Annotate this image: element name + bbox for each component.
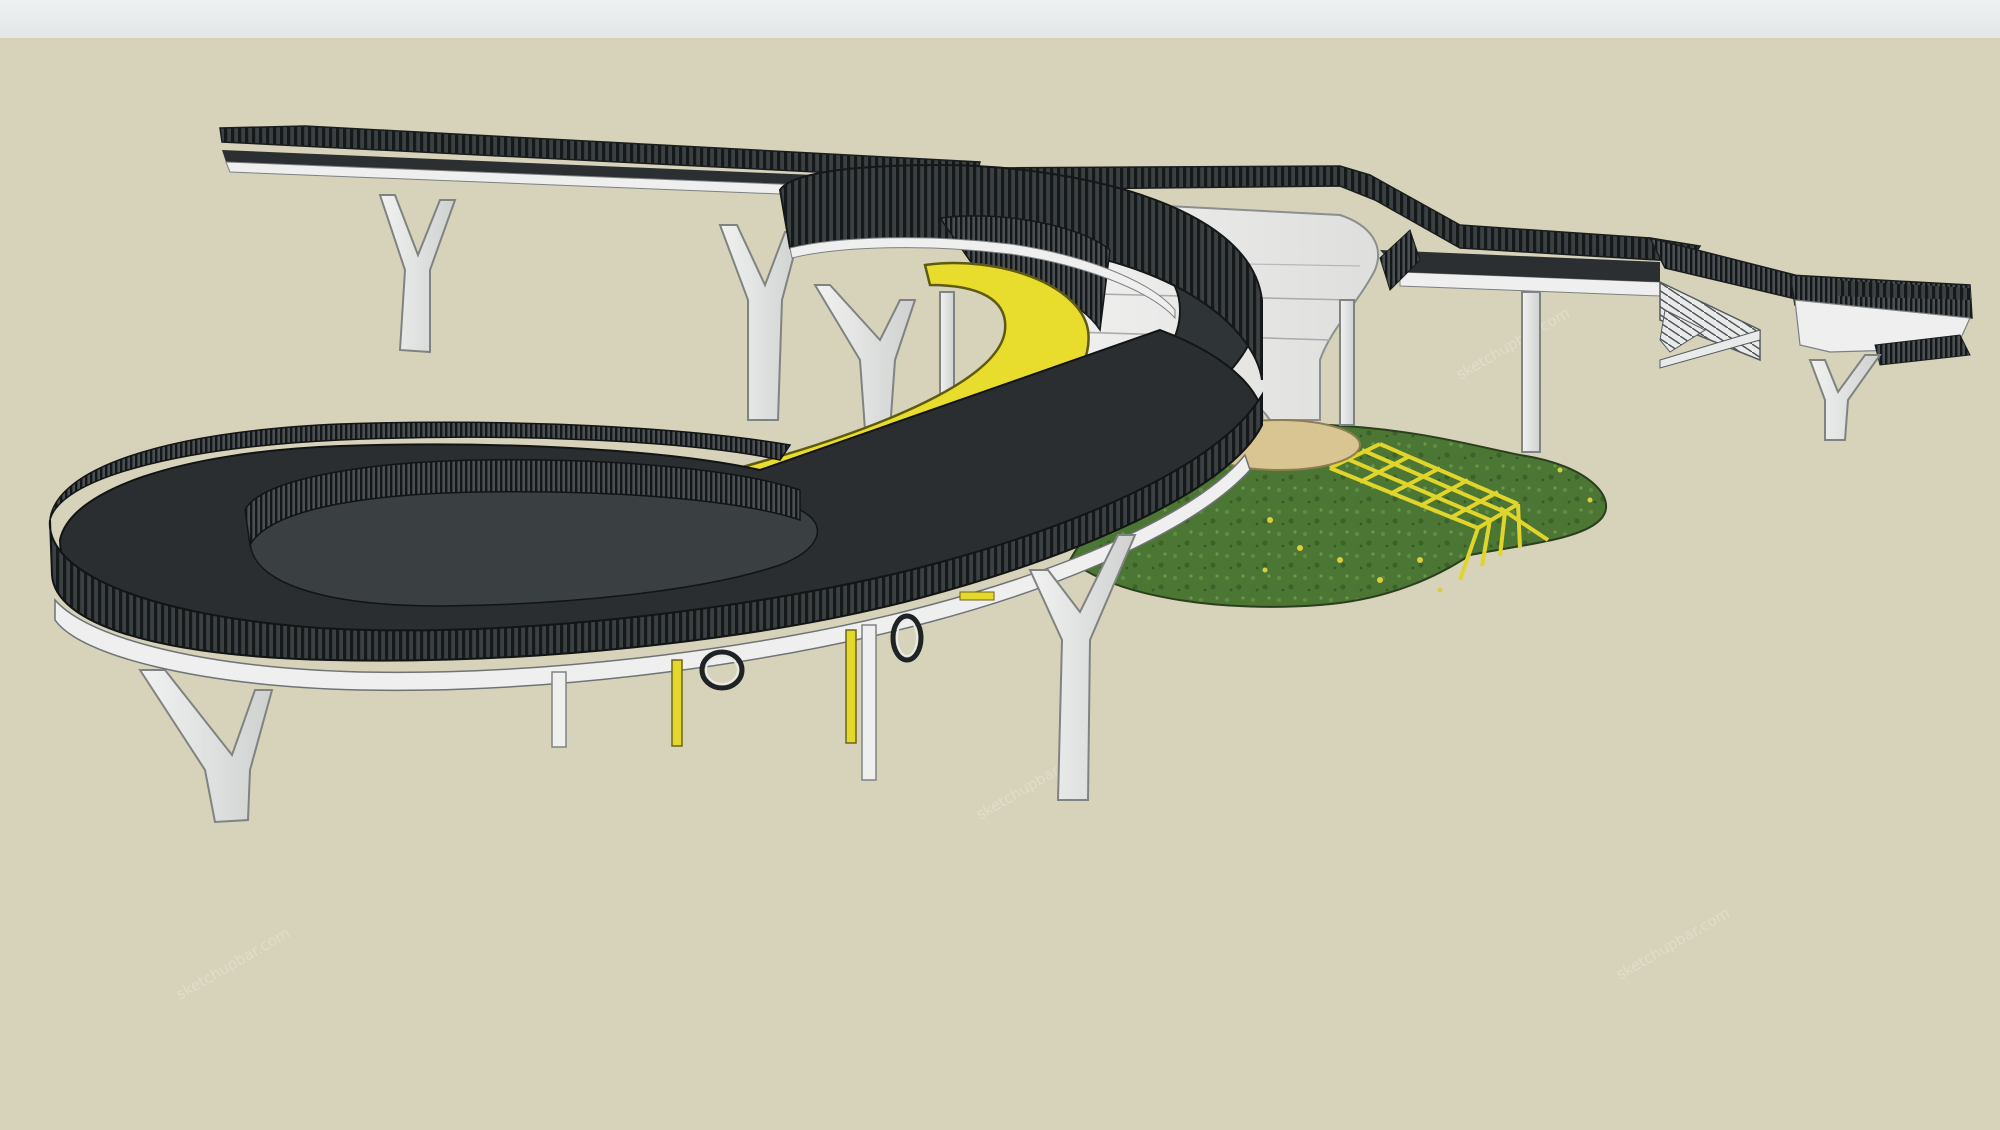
stairs-section — [1648, 236, 1973, 441]
watermark-text-2: sketchupbar.com — [1453, 304, 1573, 384]
sketchup-model-window: sketchupbar.com sketchupbar.com sketchup… — [0, 0, 2000, 1130]
3d-model-scene[interactable]: sketchupbar.com sketchupbar.com sketchup… — [0, 0, 2000, 1130]
watermark-text-5: sketchupbar.com — [173, 924, 293, 1004]
watermark-text-4: sketchupbar.com — [1613, 904, 1733, 984]
